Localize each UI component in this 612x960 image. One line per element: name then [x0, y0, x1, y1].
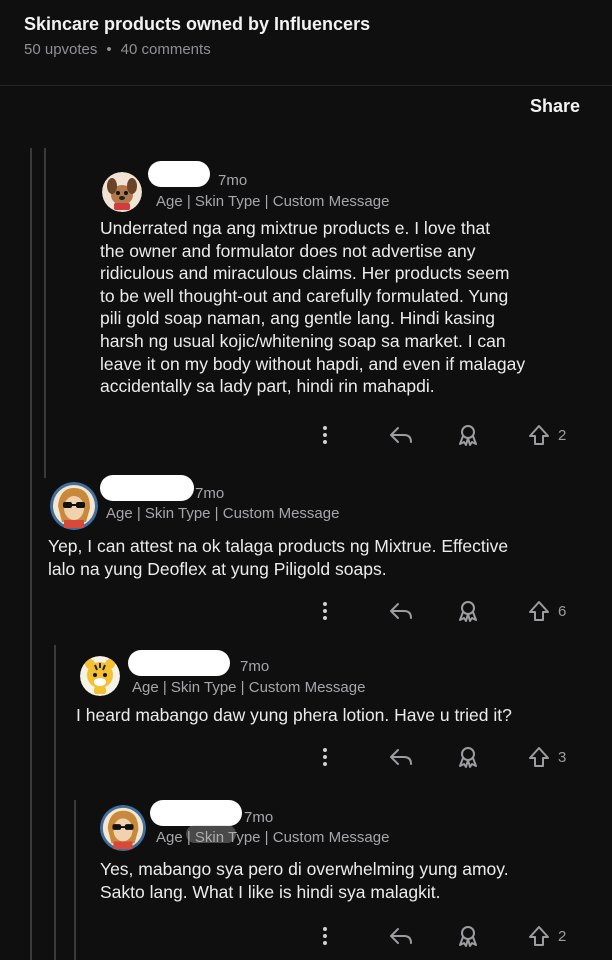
- sunglasses-avatar[interactable]: [50, 482, 98, 530]
- upvote-button[interactable]: 6: [528, 599, 566, 623]
- comment-line: I heard mabango daw yung phera lotion. H…: [76, 705, 512, 725]
- vote-count: 3: [558, 748, 567, 766]
- comment-time: 7mo: [218, 172, 248, 189]
- comment-actions: 2: [0, 924, 612, 948]
- comment-line: Yes, mabango sya pero di overwhelming yu…: [100, 859, 509, 879]
- thread-line[interactable]: [30, 148, 32, 960]
- award-icon: [459, 425, 477, 446]
- award-icon: [459, 926, 477, 947]
- comment-line: accidentally sa lady part, hindi rin mah…: [100, 376, 435, 397]
- more-icon: [323, 426, 327, 444]
- comment-line: pili gold soap naman, ang gentle lang. H…: [100, 308, 495, 329]
- vote-count: 6: [558, 602, 567, 620]
- comment-line: harsh ng usual kojic/whitening soap sa m…: [100, 330, 506, 351]
- comment-line: lalo na yung Deoflex at yung Piligold so…: [48, 558, 387, 579]
- more-options-button[interactable]: [319, 423, 331, 447]
- more-options-button[interactable]: [319, 924, 331, 948]
- vote-count: 2: [558, 426, 567, 444]
- upvote-count: 50 upvotes: [24, 41, 98, 58]
- dog-avatar[interactable]: [102, 172, 142, 212]
- redacted-username: [148, 161, 210, 187]
- redacted-flair-overlap: [186, 825, 236, 843]
- meta-separator: •: [106, 41, 112, 58]
- reply-icon: [390, 427, 412, 443]
- comment-line: Underrated nga ang mixtrue products e. I…: [100, 218, 491, 238]
- reply-button[interactable]: [388, 423, 414, 447]
- comment-count: 40 comments: [120, 41, 211, 58]
- redacted-username: [150, 800, 242, 826]
- comment-time: 7mo: [195, 485, 225, 502]
- redacted-username: [100, 475, 194, 501]
- comment-body: I heard mabango daw yung phera lotion. H…: [76, 704, 512, 727]
- redacted-username: [128, 650, 230, 676]
- more-icon: [323, 602, 327, 620]
- sunglasses-avatar[interactable]: [100, 805, 146, 851]
- post-title: Skincare products owned by Influencers: [24, 14, 371, 34]
- post-header: Skincare products owned by Influencers 5…: [0, 0, 612, 86]
- comment-body: Yes, mabango sya pero di overwhelming yu…: [100, 858, 509, 903]
- upvote-button[interactable]: 2: [528, 423, 566, 447]
- comment-actions: 2: [0, 423, 612, 447]
- comment-line: leave it on my body without hapdi, and e…: [100, 353, 526, 374]
- vote-count: 2: [558, 927, 567, 945]
- share-button[interactable]: Share: [530, 96, 580, 117]
- award-button[interactable]: [456, 745, 480, 769]
- comment-actions: 3: [0, 745, 612, 769]
- award-icon: [459, 601, 477, 622]
- reply-icon: [390, 603, 412, 619]
- upvote-icon: [529, 425, 549, 445]
- upvote-button[interactable]: 2: [528, 924, 566, 948]
- reply-button[interactable]: [388, 599, 414, 623]
- thread-line[interactable]: [54, 645, 56, 960]
- comment-line: the owner and formulator does not advert…: [100, 240, 476, 261]
- more-options-button[interactable]: [319, 745, 331, 769]
- reply-button[interactable]: [388, 924, 414, 948]
- reply-icon: [390, 928, 412, 944]
- user-flair: Age | Skin Type | Custom Message: [156, 193, 390, 210]
- comment-time: 7mo: [240, 658, 270, 675]
- comment-body: Yep, I can attest na ok talaga products …: [48, 535, 508, 580]
- upvote-icon: [529, 601, 549, 621]
- comment-body: Underrated nga ang mixtrue products e. I…: [100, 217, 525, 398]
- user-flair: Age | Skin Type | Custom Message: [132, 679, 366, 696]
- upvote-button[interactable]: 3: [528, 745, 566, 769]
- reply-button[interactable]: [388, 745, 414, 769]
- comment-line: Sakto lang. What I like is hindi sya mal…: [100, 881, 441, 902]
- upvote-icon: [529, 926, 549, 946]
- comment-time: 7mo: [244, 809, 274, 826]
- comment-actions: 6: [0, 599, 612, 623]
- award-button[interactable]: [456, 423, 480, 447]
- more-options-button[interactable]: [319, 599, 331, 623]
- comment-line: Yep, I can attest na ok talaga products …: [48, 536, 509, 556]
- more-icon: [323, 748, 327, 766]
- user-flair: Age | Skin Type | Custom Message: [106, 505, 340, 522]
- award-icon: [459, 747, 477, 768]
- more-icon: [323, 927, 327, 945]
- award-button[interactable]: [456, 599, 480, 623]
- tiger-avatar[interactable]: [80, 656, 120, 696]
- comment-line: ridiculous and miraculous claims. Her pr…: [100, 263, 510, 284]
- comment-line: to be well thought-out and carefully for…: [100, 285, 509, 306]
- post-meta: 50 upvotes • 40 comments: [24, 41, 211, 58]
- reply-icon: [390, 749, 412, 765]
- upvote-icon: [529, 747, 549, 767]
- award-button[interactable]: [456, 924, 480, 948]
